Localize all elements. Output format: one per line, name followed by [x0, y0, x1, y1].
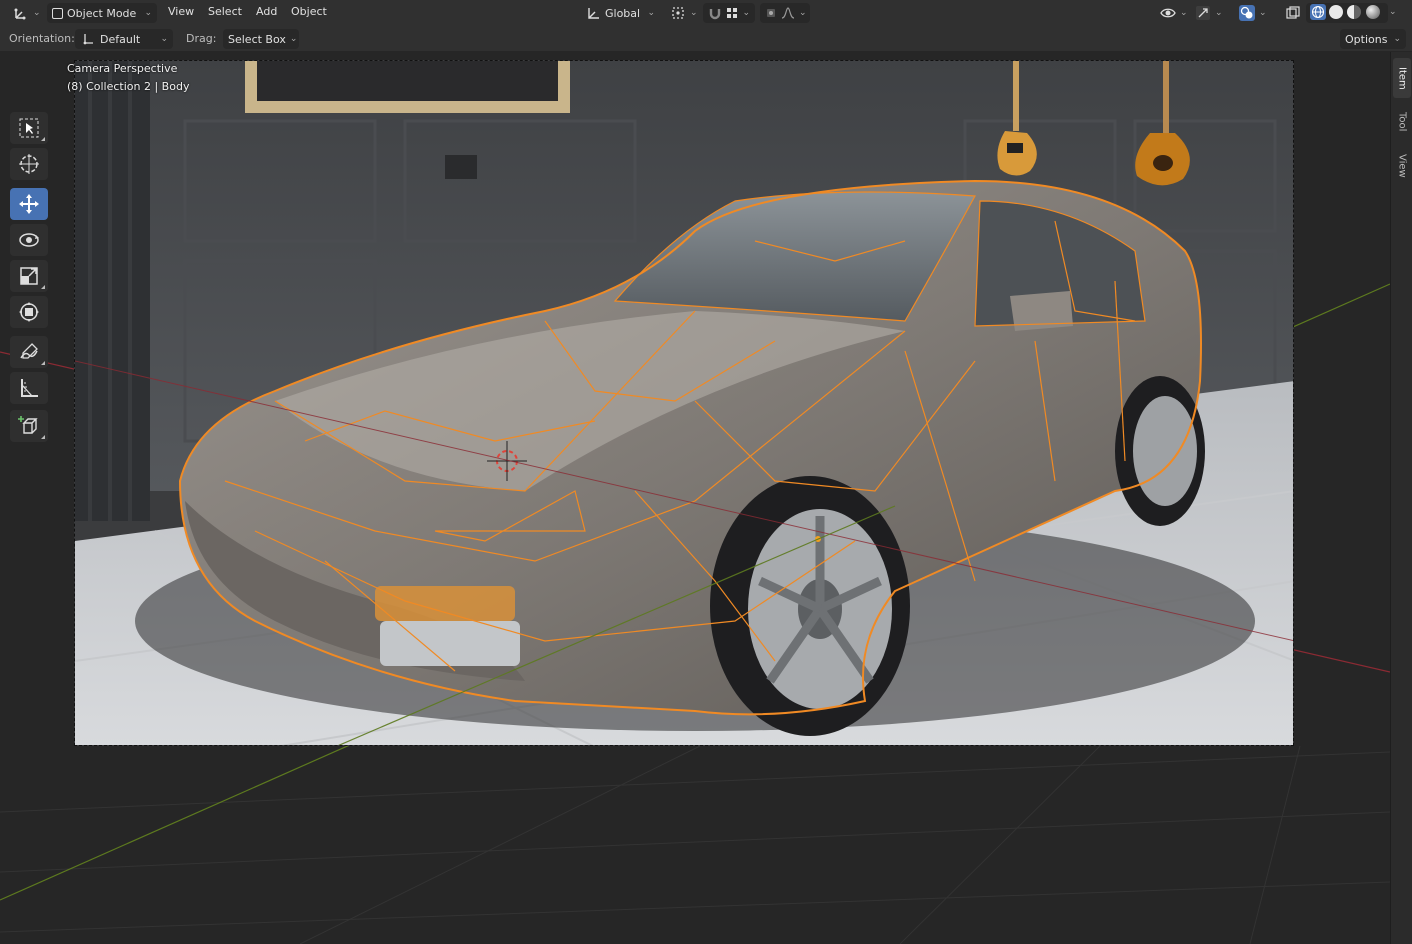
chevron-down-icon: ⌄ — [1393, 34, 1401, 44]
add-cube-tool[interactable] — [10, 410, 48, 442]
options-label: Options — [1345, 32, 1388, 46]
chevron-down-icon: ⌄ — [742, 8, 750, 18]
chevron-down-icon: ⌄ — [647, 8, 655, 18]
drag-value: Select Box — [228, 32, 286, 46]
chevron-down-icon: ⌄ — [1259, 8, 1267, 18]
collection-info-text: (8) Collection 2 | Body — [67, 80, 190, 93]
wireframe-shading-button[interactable] — [1310, 4, 1326, 20]
eye-icon — [1160, 5, 1176, 21]
transform-orientation-dropdown[interactable]: Global ⌄ — [580, 3, 660, 23]
chevron-down-icon: ⌄ — [690, 8, 698, 18]
measure-icon — [21, 379, 38, 397]
editor-type-button[interactable]: ⌄ — [8, 3, 46, 23]
tool-variants-corner-icon — [41, 361, 45, 365]
move-tool[interactable] — [10, 188, 48, 220]
camera-frame — [74, 60, 1294, 746]
annotate-tool[interactable] — [10, 336, 48, 368]
menu-object[interactable]: Object — [291, 5, 327, 18]
shading-options-chevron-icon[interactable]: ⌄ — [1389, 7, 1397, 17]
tool-settings-bar: Orientation: Default ⌄ Drag: Select Box … — [0, 26, 1412, 52]
orientation-value: Default — [100, 32, 141, 46]
cursor-tool[interactable] — [10, 148, 48, 180]
chevron-down-icon: ⌄ — [33, 8, 41, 18]
menu-select[interactable]: Select — [208, 5, 242, 18]
snap-grid-icon — [726, 5, 738, 21]
proportional-dot-icon — [765, 5, 777, 21]
transform-space-label: Global — [605, 6, 641, 20]
options-dropdown[interactable]: Options ⌄ — [1340, 29, 1406, 49]
orientation-axes-icon — [80, 31, 96, 47]
cursor-icon — [19, 154, 39, 174]
view-name-text: Camera Perspective — [67, 62, 178, 75]
chevron-down-icon: ⌄ — [799, 8, 807, 18]
chevron-down-icon: ⌄ — [1215, 8, 1223, 18]
overlays-icon — [1239, 5, 1255, 21]
toolbar-strip — [6, 112, 50, 452]
tab-view[interactable]: View — [1393, 146, 1411, 186]
select-box-icon — [19, 118, 39, 138]
proportional-editing-button[interactable]: ⌄ — [760, 3, 810, 23]
orientation-label: Orientation: — [9, 32, 75, 45]
3d-viewport[interactable]: Camera Perspective (8) Collection 2 | Bo… — [0, 52, 1390, 944]
orientation-dropdown[interactable]: Default ⌄ — [75, 29, 173, 49]
solid-shading-button[interactable] — [1329, 5, 1343, 19]
overlays-dropdown[interactable]: ⌄ — [1234, 3, 1272, 23]
tool-variants-corner-icon — [41, 137, 45, 141]
snap-dropdown[interactable]: ⌄ — [703, 3, 755, 23]
scale-icon — [20, 267, 38, 285]
scene-render — [75, 61, 1293, 745]
add-cube-icon — [18, 416, 38, 434]
menu-add[interactable]: Add — [256, 5, 277, 18]
select-box-tool[interactable] — [10, 112, 48, 144]
rotate-tool[interactable] — [10, 224, 48, 256]
rotate-icon — [19, 233, 39, 247]
annotate-icon — [20, 343, 38, 359]
front-wheel — [710, 476, 910, 736]
tab-item[interactable]: Item — [1393, 58, 1411, 98]
chevron-down-icon: ⌄ — [160, 34, 168, 44]
measure-tool[interactable] — [10, 372, 48, 404]
drag-dropdown[interactable]: Select Box ⌄ — [223, 29, 299, 49]
chevron-down-icon: ⌄ — [144, 8, 152, 18]
pivot-icon — [670, 5, 686, 21]
transform-tool[interactable] — [10, 296, 48, 328]
xray-toggle[interactable] — [1280, 3, 1306, 23]
gizmo-icon — [1195, 5, 1211, 21]
sidebar-tabs: Item Tool View — [1390, 52, 1412, 944]
xray-icon — [1285, 5, 1301, 21]
drag-label: Drag: — [186, 32, 217, 45]
axes-gizmo-icon — [13, 5, 29, 21]
global-axes-icon — [585, 5, 601, 21]
falloff-curve-icon — [781, 5, 795, 21]
magnet-icon — [708, 5, 722, 21]
move-icon — [19, 194, 39, 214]
rendered-shading-button[interactable] — [1366, 5, 1380, 19]
tab-tool[interactable]: Tool — [1393, 102, 1411, 142]
mode-dropdown[interactable]: Object Mode ⌄ — [47, 3, 157, 23]
rear-wheel — [1115, 376, 1205, 526]
pivot-point-dropdown[interactable]: ⌄ — [665, 3, 703, 23]
gizmo-dropdown[interactable]: ⌄ — [1190, 3, 1228, 23]
material-preview-button[interactable] — [1347, 5, 1361, 19]
viewport-info-overlay: Camera Perspective (8) Collection 2 | Bo… — [67, 60, 189, 96]
scale-tool[interactable] — [10, 260, 48, 292]
viewport-header: ⌄ Object Mode ⌄ View Select Add Object G… — [0, 0, 1412, 26]
mode-label: Object Mode — [67, 6, 137, 20]
tool-variants-corner-icon — [41, 435, 45, 439]
transform-icon — [19, 302, 39, 322]
menu-view[interactable]: View — [168, 5, 194, 18]
visibility-dropdown[interactable]: ⌄ — [1155, 3, 1193, 23]
tool-variants-corner-icon — [41, 285, 45, 289]
chevron-down-icon: ⌄ — [289, 34, 298, 44]
object-mode-icon — [52, 7, 63, 19]
chevron-down-icon: ⌄ — [1180, 8, 1188, 18]
